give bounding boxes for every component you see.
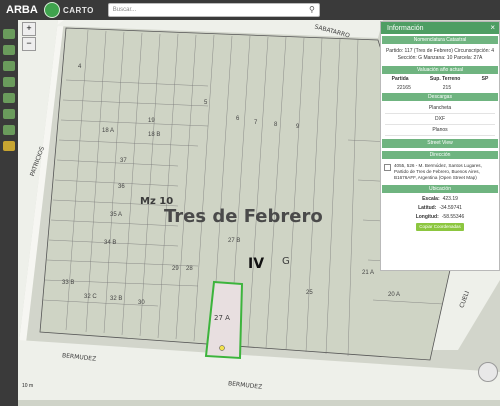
lot-label-19: 19 <box>148 118 155 124</box>
lot-label-28: 28 <box>186 266 193 272</box>
lot-label-36: 36 <box>118 184 125 190</box>
seccion-label: G <box>282 256 290 267</box>
circunscripcion-label: IV <box>248 256 265 272</box>
street-view-button[interactable]: Street View <box>382 139 498 148</box>
lot-label-32c: 32 C <box>84 294 97 300</box>
direccion-title: Dirección <box>382 151 498 159</box>
longitud-label: Longitud: <box>415 214 439 220</box>
nomenclatura-text: Partido: 117 (Tres de Febrero) Circunscr… <box>385 48 495 61</box>
val-sup-terreno: 215 <box>442 85 452 91</box>
address-checkbox[interactable] <box>384 164 391 171</box>
descargas-title: Descargas <box>382 93 498 101</box>
col-partida: Partida <box>391 76 409 82</box>
longitud-value: -58.55346 <box>441 214 465 220</box>
share-icon[interactable] <box>3 29 15 39</box>
col-sup-terreno: Sup. Terreno <box>429 76 461 82</box>
lot-label-18a: 18 A <box>102 128 114 134</box>
escala-value: 423.19 <box>442 196 458 202</box>
left-toolbar <box>0 20 18 406</box>
panel-title: Información <box>387 24 424 32</box>
valuacion-title: Valuación año actual <box>382 66 498 74</box>
search-input[interactable]: Buscar... ⚲ <box>107 3 320 17</box>
valuacion-header-row: Partida Sup. Terreno SP <box>381 76 499 82</box>
carto-label: CARTO <box>63 5 94 15</box>
info-icon[interactable] <box>3 125 15 135</box>
latitud-value: -34.59741 <box>439 205 462 211</box>
brand-logo[interactable]: ARBA <box>6 4 40 16</box>
direccion-text: 4055, 526 - M. Bermúdez, Santos Lugares,… <box>394 163 482 180</box>
carto-globe-icon <box>44 2 60 18</box>
lot-label-37: 37 <box>120 158 127 164</box>
partido-label: Tres de Febrero <box>164 206 323 227</box>
lot-label-20a: 20 A <box>388 292 400 298</box>
dxf-link[interactable]: DXF <box>385 114 495 125</box>
col-sp: SP <box>481 76 489 82</box>
info-panel: Información × Nomenclatura Catastral Par… <box>380 21 500 271</box>
lot-label-25: 25 <box>306 290 313 296</box>
lot-label-27b: 27 B <box>228 238 240 244</box>
panel-header: Información × <box>381 22 499 34</box>
search-placeholder: Buscar... <box>112 7 137 13</box>
ubicacion-title: Ubicación <box>382 185 498 193</box>
lot-label-32b: 32 B <box>110 296 122 302</box>
location-marker-icon <box>219 345 225 351</box>
user-icon[interactable] <box>3 109 15 119</box>
planos-link[interactable]: Planos <box>385 125 495 136</box>
val-partida: 22165 <box>396 85 411 91</box>
search-icon[interactable]: ⚲ <box>309 5 315 14</box>
zoom-in-icon[interactable]: + <box>22 22 36 36</box>
compass-icon[interactable] <box>478 362 498 382</box>
scale-bar: 10 m <box>22 383 34 389</box>
plancheta-link[interactable]: Plancheta <box>385 103 495 114</box>
escala-row: Escala: 423.19 <box>381 196 499 202</box>
nomenclatura-title: Nomenclatura Catastral <box>382 36 498 44</box>
carto-logo[interactable]: CARTO <box>44 2 94 18</box>
layers-alt-icon[interactable] <box>3 77 15 87</box>
valuacion-value-row: 22165 215 <box>381 85 499 91</box>
grid-icon[interactable] <box>3 45 15 55</box>
escala-label: Escala: <box>422 196 440 202</box>
lot-label-35a: 35 A <box>110 212 122 218</box>
latitud-row: Latitud: -34.59741 <box>381 205 499 211</box>
lot-label-33b: 33 B <box>62 280 74 286</box>
copy-coordinates-button[interactable]: Copiar Coordenadas <box>416 223 464 231</box>
zoom-out-icon[interactable]: − <box>22 37 36 51</box>
lot-label-21a: 21 A <box>362 270 374 276</box>
zoom-controls: + − <box>22 22 36 52</box>
layers-icon[interactable] <box>3 61 15 71</box>
lot-label-34b: 34 B <box>104 240 116 246</box>
top-bar: ARBA CARTO Buscar... ⚲ <box>0 0 500 20</box>
video-icon[interactable] <box>3 141 15 151</box>
lot-label-29: 29 <box>172 266 179 272</box>
parcela-label: 27 A <box>214 314 230 322</box>
longitud-row: Longitud: -58.55346 <box>381 214 499 220</box>
pin-icon[interactable] <box>3 93 15 103</box>
close-icon[interactable]: × <box>490 23 495 32</box>
direccion-row: 4055, 526 - M. Bermúdez, Santos Lugares,… <box>381 161 499 183</box>
latitud-label: Latitud: <box>418 205 437 211</box>
lot-label-30: 30 <box>138 300 145 306</box>
lot-label-18b: 18 B <box>148 132 160 138</box>
